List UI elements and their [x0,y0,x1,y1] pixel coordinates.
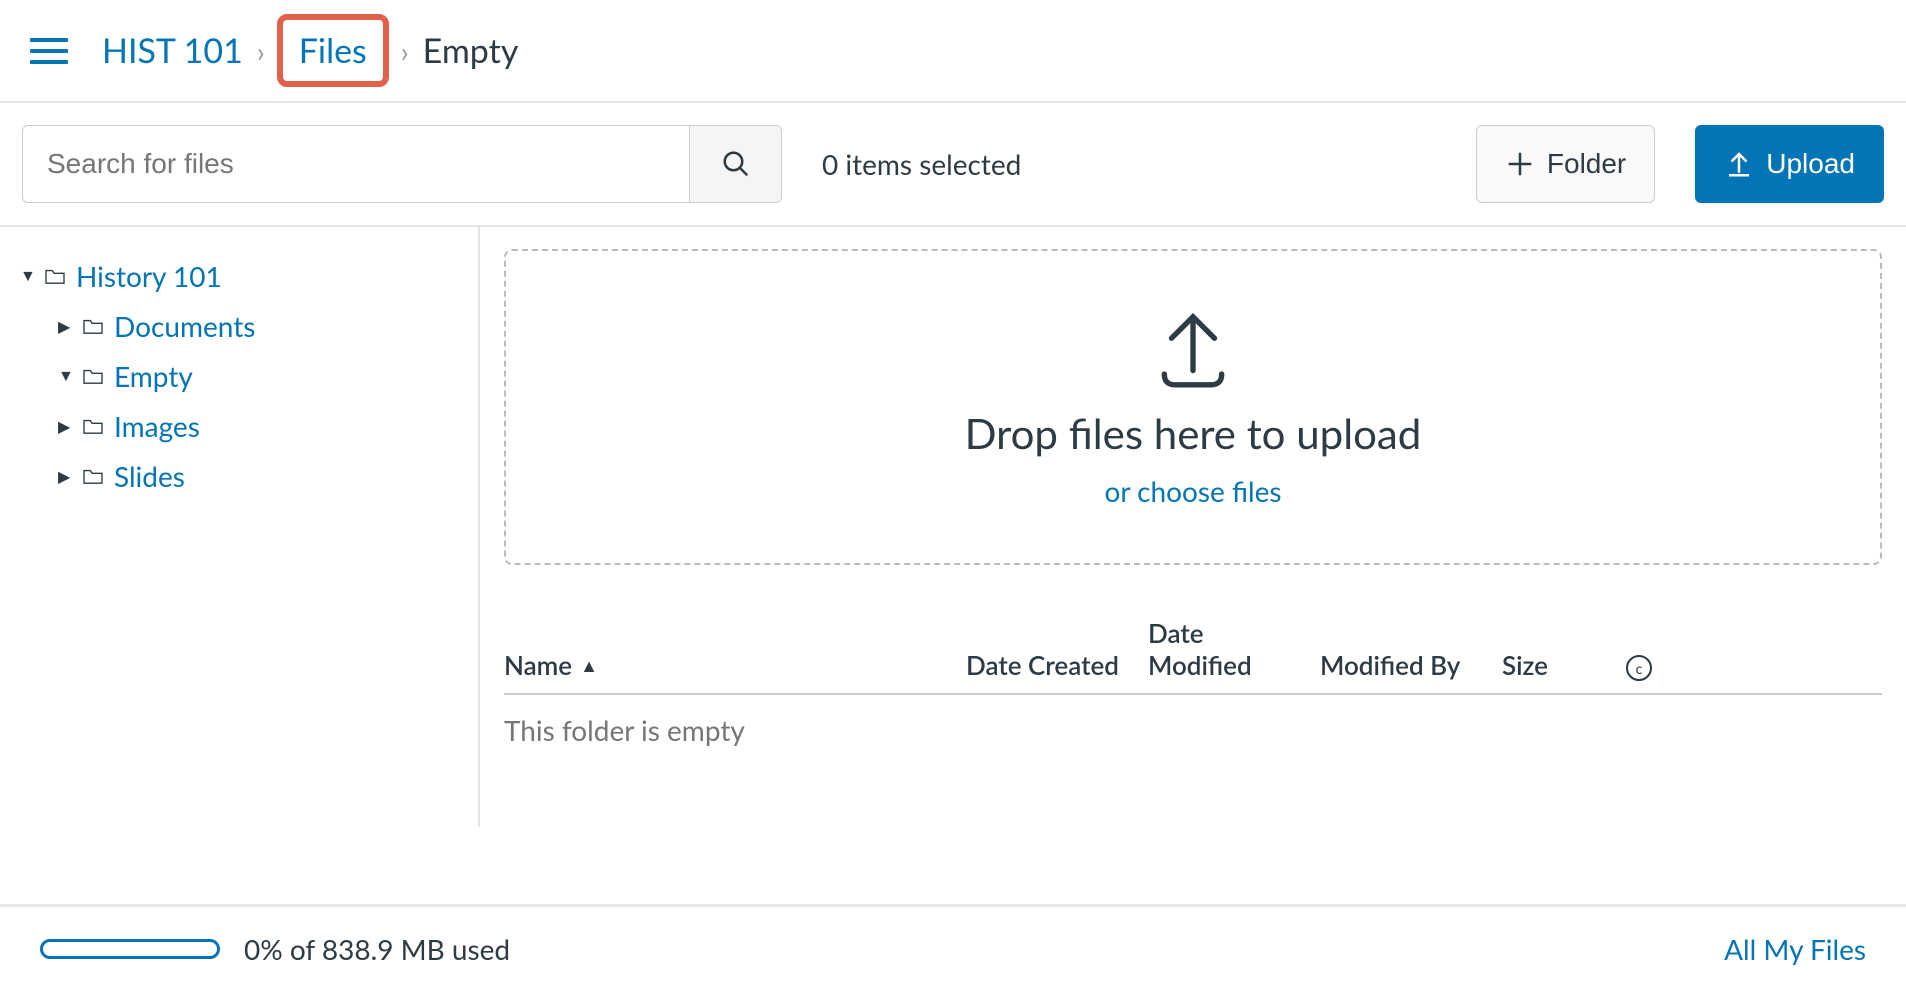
folder-icon [82,317,104,335]
dropzone-message: Drop files here to upload [965,408,1422,458]
file-dropzone[interactable]: Drop files here to upload or choose file… [504,249,1882,565]
tree-item-slides[interactable]: ▶ Slides [58,451,458,501]
new-folder-button[interactable]: Folder [1476,125,1655,203]
tree-item-label: Images [114,409,200,443]
tree-item-label: Empty [114,359,193,393]
all-my-files-link[interactable]: All My Files [1724,932,1866,966]
breadcrumb-current: Empty [423,30,519,71]
breadcrumb-separator: › [401,34,409,68]
column-date-modified[interactable]: Date Modified [1148,617,1308,681]
empty-folder-message: This folder is empty [504,695,1882,807]
tree-item-documents[interactable]: ▶ Documents [58,301,458,351]
chevron-down-icon: ▼ [58,366,72,386]
tree-item-empty[interactable]: ▼ Empty [58,351,458,401]
page-header: HIST 101 › Files › Empty [0,0,1906,103]
chevron-down-icon: ▼ [20,266,34,286]
breadcrumb-files[interactable]: Files [299,30,367,71]
folder-tree: ▼ History 101 ▶ Documents ▼ Empty ▶ Imag… [0,227,480,827]
folder-icon [82,467,104,485]
toolbar: 0 items selected Folder Upload [0,103,1906,225]
chevron-right-icon: ▶ [58,317,72,336]
folder-icon [44,267,66,285]
items-selected-label: 0 items selected [822,147,1021,181]
breadcrumb-course[interactable]: HIST 101 [102,30,243,71]
search-input[interactable] [23,126,689,202]
column-size[interactable]: Size [1502,649,1602,681]
sort-asc-icon: ▲ [580,654,598,677]
tree-item-label: Documents [114,309,255,343]
copyright-icon: c [1626,655,1652,681]
chevron-right-icon: ▶ [58,417,72,436]
plus-icon [1505,149,1535,179]
storage-quota-label: 0% of 838.9 MB used [244,932,510,966]
column-usage-rights[interactable]: c [1614,655,1664,681]
breadcrumb-separator: › [257,34,265,68]
column-name-label: Name [504,649,572,681]
choose-files-link[interactable]: or choose files [1104,474,1281,508]
tree-item-label: Slides [114,459,185,493]
column-date-created[interactable]: Date Created [966,649,1136,681]
tree-root-label: History 101 [76,259,222,293]
content-area: Drop files here to upload or choose file… [480,227,1906,827]
folder-icon [82,367,104,385]
footer-bar: 0% of 838.9 MB used All My Files [0,904,1906,990]
upload-icon [1724,149,1754,179]
folder-icon [82,417,104,435]
upload-button-label: Upload [1766,148,1855,180]
chevron-right-icon: ▶ [58,467,72,486]
storage-quota-bar [40,939,220,959]
folder-button-label: Folder [1547,148,1626,180]
hamburger-menu-icon[interactable] [30,34,74,68]
tree-root[interactable]: ▼ History 101 [20,251,458,301]
upload-button[interactable]: Upload [1695,125,1884,203]
tree-item-images[interactable]: ▶ Images [58,401,458,451]
search-button[interactable] [689,126,781,202]
file-table-header: Name ▲ Date Created Date Modified Modifi… [504,565,1882,695]
column-name[interactable]: Name ▲ [504,649,954,681]
upload-icon [1150,306,1236,392]
search-icon [721,149,751,179]
search-box [22,125,782,203]
column-modified-by[interactable]: Modified By [1320,649,1490,681]
breadcrumb: HIST 101 › Files › Empty [102,24,518,77]
main-split: ▼ History 101 ▶ Documents ▼ Empty ▶ Imag… [0,225,1906,827]
highlight-outline: Files [277,14,389,87]
